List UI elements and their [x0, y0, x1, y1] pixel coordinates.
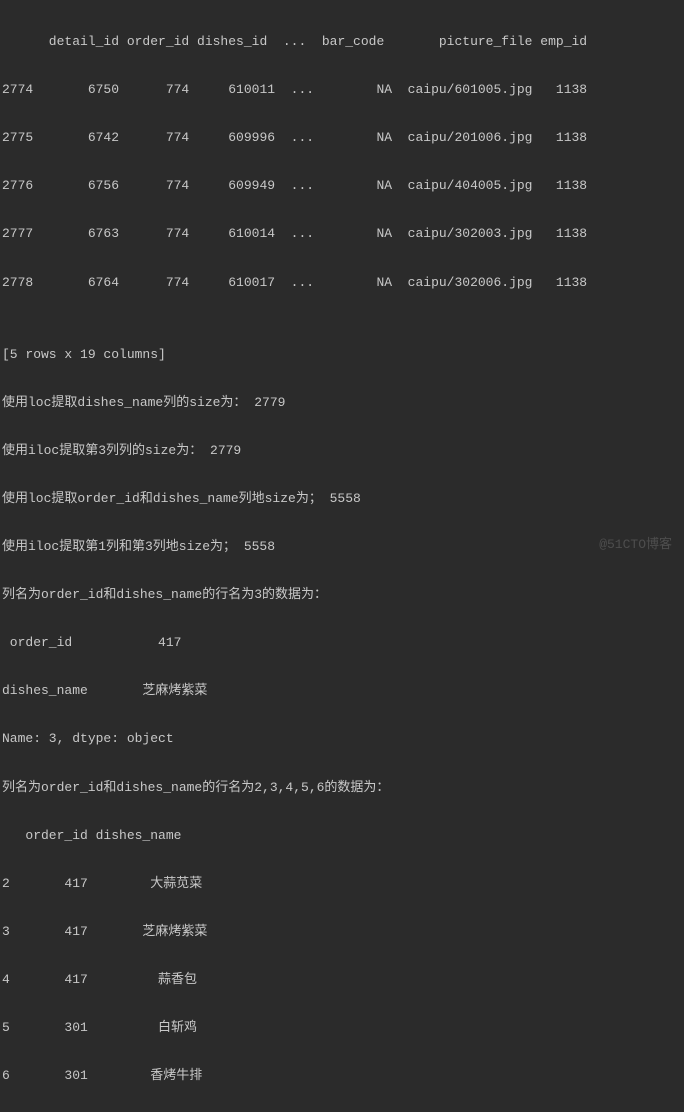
output-line: 列名为order_id和dishes_name的行名为3的数据为：: [2, 583, 682, 607]
watermark: @51CTO博客: [599, 533, 672, 557]
table-row: 2 417 大蒜苋菜: [2, 872, 682, 896]
output-line: Name: 3, dtype: object: [2, 727, 682, 751]
table-header: detail_id order_id dishes_id ... bar_cod…: [2, 30, 682, 54]
output-line: 使用loc提取order_id和dishes_name列地size为； 5558: [2, 487, 682, 511]
output-line: 使用iloc提取第3列列的size为： 2779: [2, 439, 682, 463]
output-line: 使用iloc提取第1列和第3列地size为； 5558: [2, 535, 682, 559]
output-line: order_id 417: [2, 631, 682, 655]
table-row: 2778 6764 774 610017 ... NA caipu/302006…: [2, 271, 682, 295]
output-line: 列名为order_id和dishes_name的行名为2,3,4,5,6的数据为…: [2, 776, 682, 800]
table-row: 5 301 白斩鸡: [2, 1016, 682, 1040]
table-row: 2775 6742 774 609996 ... NA caipu/201006…: [2, 126, 682, 150]
table-row: 3 417 芝麻烤紫菜: [2, 920, 682, 944]
shape-info: [5 rows x 19 columns]: [2, 343, 682, 367]
console-output: detail_id order_id dishes_id ... bar_cod…: [2, 6, 682, 1112]
table-row: 2774 6750 774 610011 ... NA caipu/601005…: [2, 78, 682, 102]
output-line: dishes_name 芝麻烤紫菜: [2, 679, 682, 703]
table-row: 2777 6763 774 610014 ... NA caipu/302003…: [2, 222, 682, 246]
output-line: 使用loc提取dishes_name列的size为： 2779: [2, 391, 682, 415]
table-row: 6 301 香烤牛排: [2, 1064, 682, 1088]
table-row: 2776 6756 774 609949 ... NA caipu/404005…: [2, 174, 682, 198]
table-row: 4 417 蒜香包: [2, 968, 682, 992]
table-header: order_id dishes_name: [2, 824, 682, 848]
